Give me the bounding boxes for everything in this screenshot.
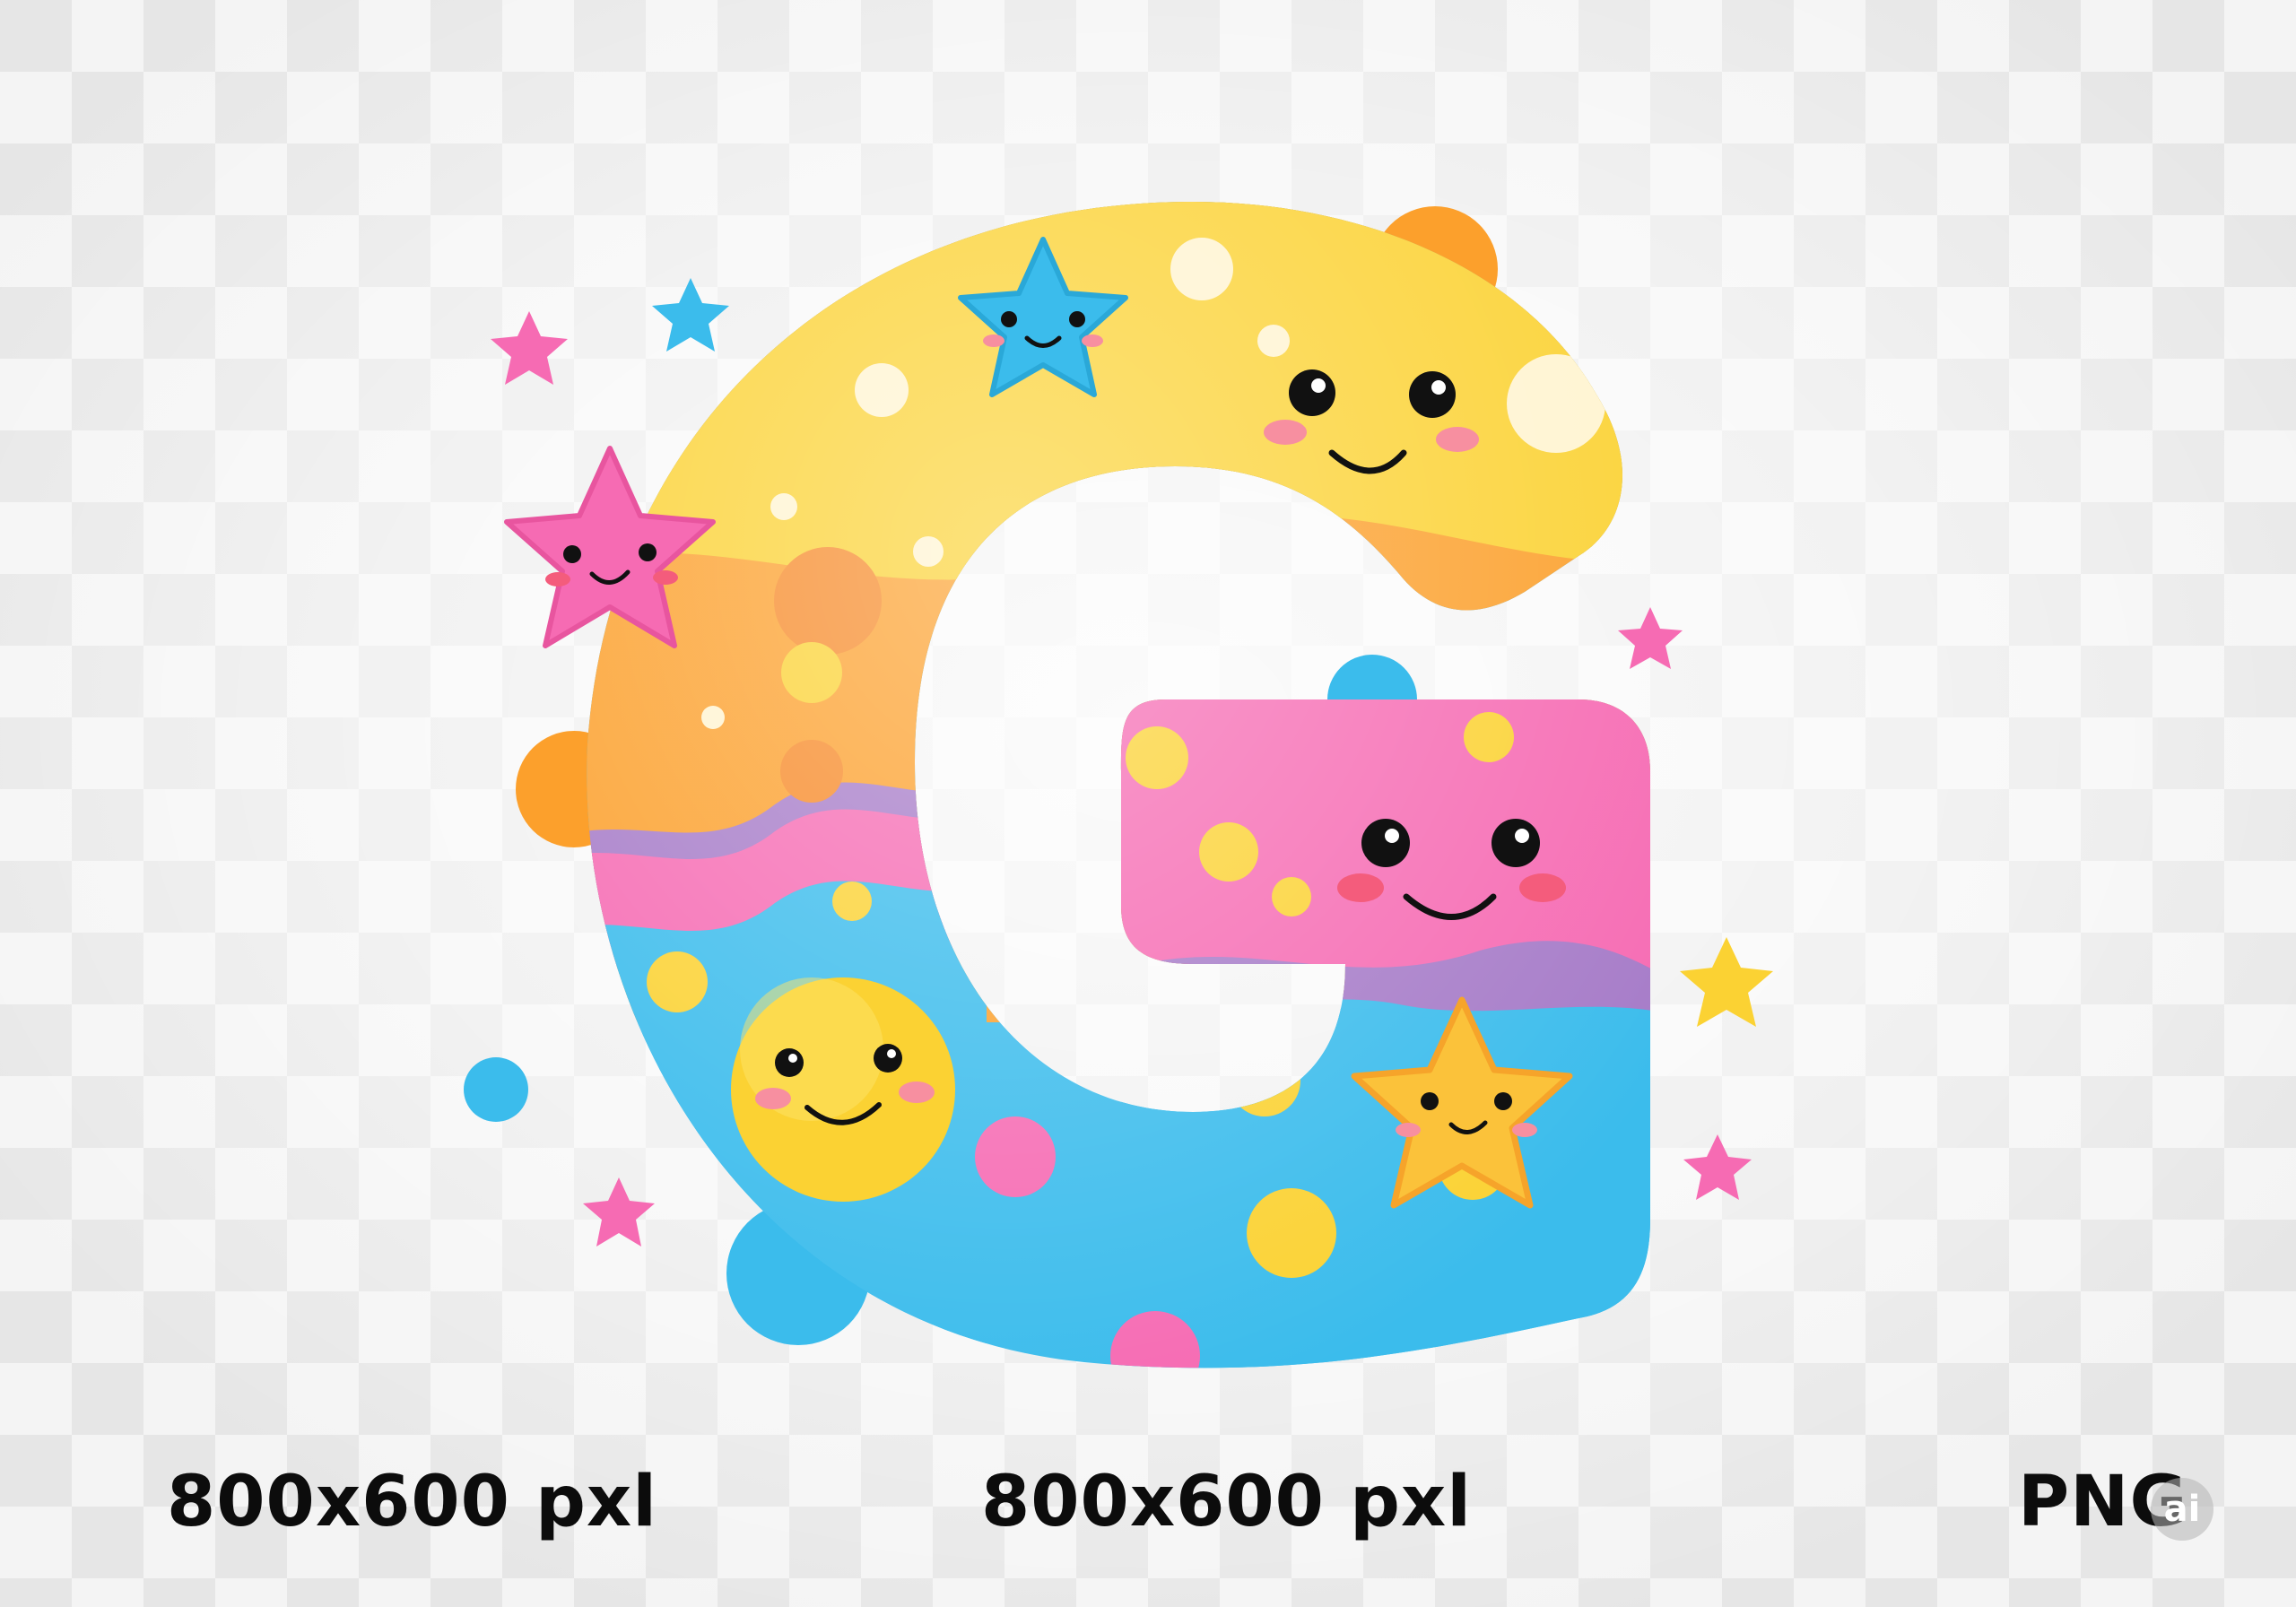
size-caption-middle: 800x600 pxl xyxy=(981,1462,1472,1542)
product-preview: 800x600 pxl 800x600 pxl PNG ai xyxy=(0,0,2296,1607)
size-caption-left: 800x600 pxl xyxy=(167,1462,657,1542)
letter-g-artwork xyxy=(464,202,1773,1368)
smiley-ball xyxy=(731,977,955,1202)
watermark-badge: ai xyxy=(2151,1478,2213,1541)
letter-g-body xyxy=(587,202,1650,1368)
